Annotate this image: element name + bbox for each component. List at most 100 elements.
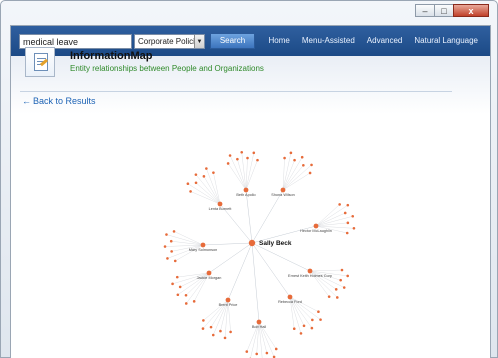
- graph-spoke: [173, 231, 204, 246]
- graph-leaf-node[interactable]: [300, 155, 304, 159]
- graph-leaf-node[interactable]: [346, 274, 349, 278]
- graph-leaf-node[interactable]: [319, 318, 322, 321]
- graph-leaf-node[interactable]: [310, 326, 314, 330]
- graph-leaf-node[interactable]: [202, 319, 205, 322]
- graph-leaf-node[interactable]: [192, 300, 196, 303]
- graph-leaf-node[interactable]: [256, 158, 259, 162]
- graph-leaf-node[interactable]: [317, 310, 320, 314]
- graph-leaf-node[interactable]: [209, 325, 213, 329]
- graph-leaf-node[interactable]: [205, 167, 208, 170]
- graph-leaf-node[interactable]: [255, 352, 259, 356]
- graph-leaf-node[interactable]: [245, 350, 249, 353]
- graph-leaf-node[interactable]: [339, 278, 342, 282]
- graph-leaf-node[interactable]: [293, 158, 296, 162]
- graph-leaf-node[interactable]: [178, 285, 182, 289]
- graph-leaf-node[interactable]: [351, 214, 355, 218]
- graph-node-label: Brent Price: [219, 303, 238, 307]
- graph-spoke: [245, 158, 248, 191]
- graph-edge: [251, 189, 284, 244]
- graph-leaf-node[interactable]: [327, 295, 331, 298]
- graph-leaf-node[interactable]: [246, 156, 249, 160]
- graph-leaf-node[interactable]: [211, 333, 215, 337]
- graph-leaf-node[interactable]: [338, 203, 341, 206]
- graph-leaf-node[interactable]: [343, 211, 347, 215]
- graph-leaf-node[interactable]: [310, 163, 313, 167]
- graph-leaf-node[interactable]: [163, 245, 167, 248]
- graph-node[interactable]: [307, 268, 313, 274]
- graph-spoke: [315, 205, 348, 227]
- graph-leaf-node[interactable]: [236, 157, 239, 161]
- graph-node[interactable]: [243, 187, 249, 193]
- graph-leaf-node[interactable]: [340, 268, 344, 272]
- graph-leaf-node[interactable]: [172, 230, 176, 233]
- graph-leaf-node[interactable]: [223, 336, 227, 340]
- graph-node-label: Shona Wilson: [271, 193, 294, 197]
- graph-leaf-node[interactable]: [342, 286, 346, 289]
- graph-leaf-node[interactable]: [302, 164, 305, 167]
- graph-leaf-node[interactable]: [346, 221, 350, 225]
- graph-node[interactable]: [225, 297, 231, 303]
- graph-leaf-node[interactable]: [226, 162, 230, 165]
- graph-node-label: Ernest Keith Holmes Corp: [288, 274, 332, 278]
- graph-leaf-node[interactable]: [175, 275, 179, 279]
- graph-leaf-node[interactable]: [229, 330, 232, 334]
- graph-node-label: Beth Apollo: [236, 193, 255, 197]
- graph-leaf-node[interactable]: [289, 151, 293, 155]
- graph-spoke: [282, 172, 311, 191]
- graph-leaf-node[interactable]: [194, 173, 198, 176]
- graph-leaf-node[interactable]: [170, 250, 173, 253]
- graph-spoke: [282, 165, 304, 191]
- graph-leaf-node[interactable]: [202, 175, 206, 178]
- graph-leaf-node[interactable]: [299, 332, 303, 335]
- graph-leaf-node[interactable]: [173, 259, 177, 263]
- graph-center-label: Sally Beck: [259, 240, 292, 247]
- graph-leaf-node[interactable]: [334, 288, 338, 291]
- graph-leaf-node[interactable]: [252, 151, 256, 155]
- graph-leaf-node[interactable]: [219, 329, 222, 333]
- graph-spoke: [282, 157, 303, 191]
- graph-leaf-node[interactable]: [194, 181, 198, 185]
- graph-leaf-node[interactable]: [171, 282, 174, 286]
- graph-node[interactable]: [217, 201, 223, 207]
- graph-leaf-node[interactable]: [274, 347, 278, 351]
- graph-leaf-node[interactable]: [335, 296, 339, 299]
- graph-leaf-node[interactable]: [283, 156, 286, 160]
- graph-leaf-node[interactable]: [165, 233, 168, 236]
- graph-leaf-node[interactable]: [292, 327, 296, 331]
- graph-leaf-node[interactable]: [308, 171, 312, 175]
- graph-leaf-node[interactable]: [240, 150, 244, 154]
- graph-leaf-node[interactable]: [176, 293, 180, 297]
- graph-leaf-node[interactable]: [184, 302, 188, 305]
- graph-node[interactable]: [280, 187, 286, 193]
- graph-leaf-node[interactable]: [189, 190, 192, 193]
- graph-leaf-node[interactable]: [228, 154, 232, 157]
- graph-node[interactable]: [287, 294, 293, 300]
- graph-leaf-node[interactable]: [201, 327, 205, 330]
- relationship-graph[interactable]: Beth Apollo Shona Wilson Lenta Burnett Hect…: [0, 0, 498, 358]
- graph-leaf-node[interactable]: [302, 324, 306, 328]
- graph-leaf-node[interactable]: [186, 182, 190, 185]
- graph-node-label: Lenta Burnett: [209, 207, 233, 211]
- graph-edge: [251, 242, 291, 298]
- graph-leaf-node[interactable]: [346, 203, 350, 207]
- graph-spoke: [229, 155, 247, 191]
- graph-leaf-node[interactable]: [352, 226, 356, 230]
- graph-node[interactable]: [206, 270, 212, 276]
- graph-spoke: [315, 222, 348, 227]
- graph-node[interactable]: [256, 319, 262, 325]
- graph-edge: [202, 242, 253, 246]
- graph-center-node[interactable]: [248, 239, 256, 247]
- graph-leaf-node[interactable]: [311, 318, 314, 322]
- graph-node[interactable]: [313, 223, 319, 229]
- graph-leaf-node[interactable]: [184, 293, 188, 297]
- graph-spoke: [166, 234, 204, 246]
- graph-spoke: [282, 158, 285, 191]
- graph-leaf-node[interactable]: [345, 231, 349, 235]
- graph-spoke: [203, 176, 221, 205]
- graph-node[interactable]: [200, 242, 206, 248]
- graph-leaf-node[interactable]: [166, 257, 169, 260]
- graph-spoke: [282, 160, 295, 191]
- graph-leaf-node[interactable]: [169, 239, 173, 243]
- graph-leaf-node[interactable]: [265, 351, 269, 355]
- graph-leaf-node[interactable]: [212, 171, 215, 174]
